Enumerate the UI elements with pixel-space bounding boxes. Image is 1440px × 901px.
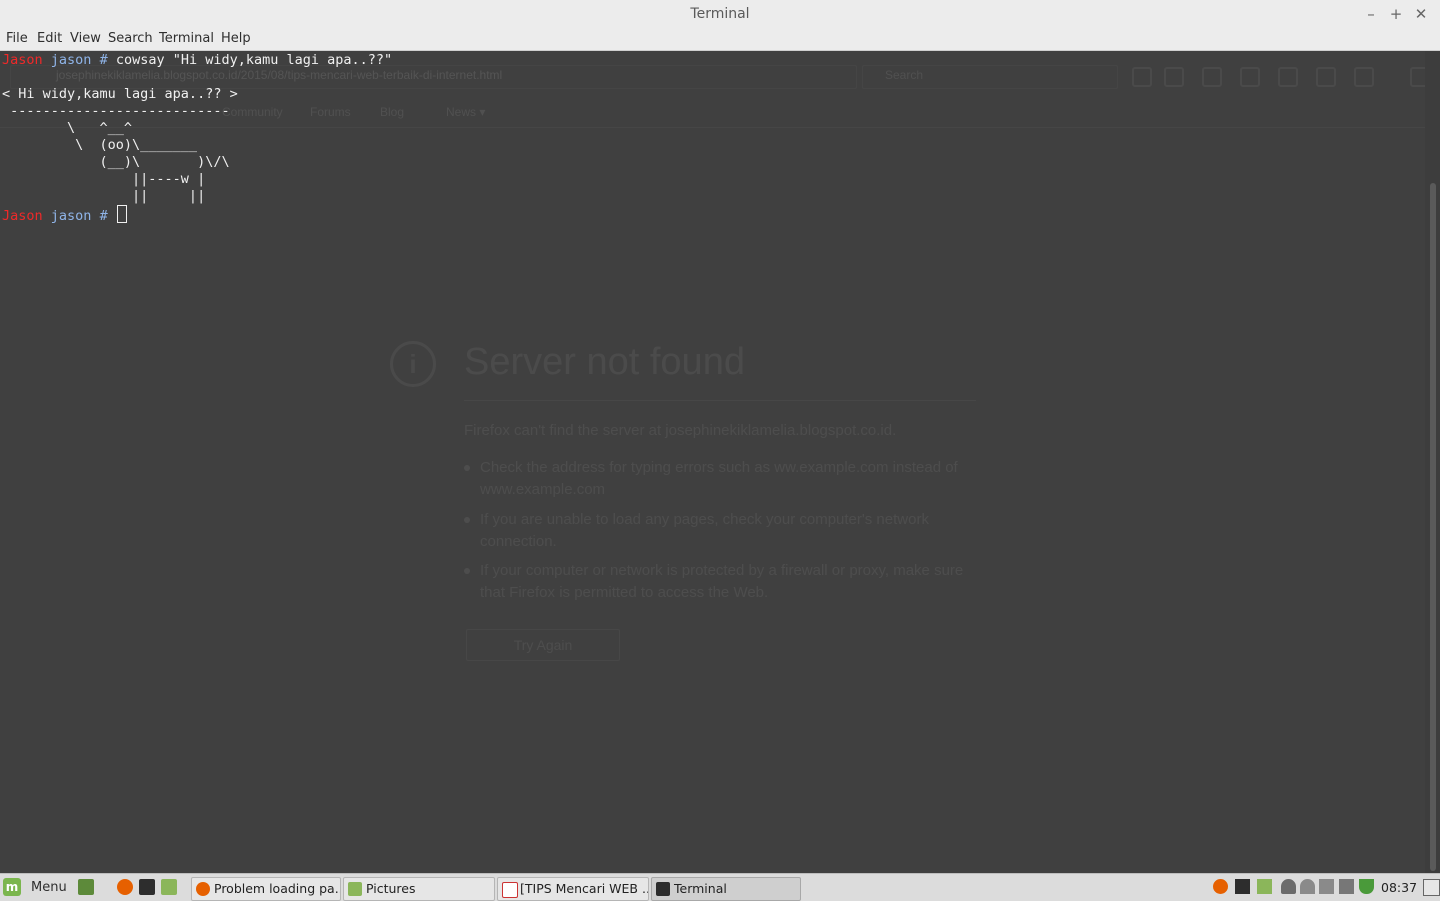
bookmark-star-icon (1132, 67, 1152, 87)
clock[interactable]: 08:37 (1381, 880, 1417, 895)
terminal-launcher-icon[interactable] (139, 879, 155, 895)
prompt-user: jason (50, 52, 92, 68)
text-cursor[interactable] (116, 205, 127, 223)
prompt-user: jason (50, 208, 92, 224)
wifi-icon[interactable] (1300, 879, 1315, 894)
terminal-scrollbar[interactable] (1425, 51, 1440, 873)
firefox-icon (196, 882, 210, 896)
error-message: Firefox can't find the server at josephi… (464, 422, 897, 439)
user-icon[interactable] (1281, 879, 1296, 894)
prompt-hash: # (99, 208, 108, 224)
output-line: || || (2, 188, 206, 204)
output-line: \ ^__^ (2, 120, 133, 136)
error-divider (464, 400, 976, 401)
notification-icon[interactable] (1423, 879, 1440, 896)
output-line: < Hi widy,kamu lagi apa..?? > (2, 86, 238, 102)
try-again-button: Try Again (466, 629, 620, 661)
prompt-line-2: Jason jason # (2, 205, 127, 225)
bookmark-news: News ▾ (446, 105, 486, 119)
home-icon (1278, 67, 1298, 87)
error-bullet: If your computer or network is protected… (464, 560, 976, 604)
bookmark-forums: Forums (310, 105, 351, 119)
chat-icon (1316, 67, 1336, 87)
menu-edit[interactable]: Edit (37, 31, 62, 46)
folder-icon (348, 882, 362, 896)
output-line: --------------------------- (2, 103, 230, 119)
minimize-button[interactable]: – (1361, 4, 1381, 24)
download-icon (1240, 67, 1260, 87)
terminal-area[interactable]: josephinekiklamelia.blogspot.co.id/2015/… (0, 51, 1425, 873)
output-line: \ (oo)\_______ (2, 137, 198, 153)
task-label: Pictures (366, 881, 416, 896)
hamburger-menu-icon (1410, 67, 1425, 87)
pocket-icon (1202, 67, 1222, 87)
terminal-icon (656, 882, 670, 896)
task-firefox[interactable]: Problem loading pa... (191, 877, 341, 901)
prompt-host: Jason (2, 52, 43, 68)
reading-list-icon (1164, 67, 1184, 87)
menu-search[interactable]: Search (108, 31, 153, 46)
error-title: Server not found (464, 341, 745, 383)
files-launcher-icon[interactable] (161, 879, 177, 895)
window-titlebar: Terminal – + ✕ (0, 0, 1440, 28)
firefox-launcher-icon[interactable] (117, 879, 133, 895)
task-document[interactable]: [TIPS Mencari WEB ... (497, 877, 649, 901)
menu-label: Menu (31, 880, 67, 895)
taskbar: m Menu Problem loading pa... Pictures [T… (0, 873, 1440, 901)
menu-view[interactable]: View (70, 31, 101, 46)
task-pictures[interactable]: Pictures (343, 877, 495, 901)
prompt-host: Jason (2, 208, 43, 224)
menu-bar: File Edit View Search Terminal Help (0, 28, 1440, 51)
command-text: cowsay "Hi widy,kamu lagi apa..??" (115, 52, 393, 68)
show-desktop-icon[interactable] (78, 879, 94, 895)
scrollbar-thumb[interactable] (1430, 183, 1436, 871)
ghost-url-text: josephinekiklamelia.blogspot.co.id/2015/… (56, 68, 503, 82)
files-tray-icon[interactable] (1257, 879, 1272, 894)
task-label: Problem loading pa... (214, 881, 341, 896)
error-bullet: Check the address for typing errors such… (464, 457, 976, 501)
menu-terminal[interactable]: Terminal (159, 31, 214, 46)
bookmark-community: Community (222, 105, 283, 119)
bookmark-blog: Blog (380, 105, 405, 119)
close-button[interactable]: ✕ (1411, 4, 1431, 24)
document-icon (502, 882, 518, 898)
terminal-tray-icon[interactable] (1235, 879, 1250, 894)
background-browser: josephinekiklamelia.blogspot.co.id/2015/… (0, 51, 1425, 873)
update-shield-icon[interactable] (1359, 879, 1374, 894)
addon-icon (1354, 67, 1374, 87)
ghost-search-placeholder: Search (885, 68, 924, 82)
task-label: Terminal (674, 881, 727, 896)
task-label: [TIPS Mencari WEB ... (520, 881, 649, 896)
output-line: (__)\ )\/\ (2, 154, 230, 170)
menu-file[interactable]: File (6, 31, 28, 46)
prompt-hash: # (99, 52, 108, 68)
firefox-tray-icon[interactable] (1213, 879, 1228, 894)
menu-help[interactable]: Help (221, 31, 251, 46)
task-terminal[interactable]: Terminal (651, 877, 801, 901)
linux-mint-icon: m (3, 878, 21, 896)
toolbar-divider (0, 127, 1425, 128)
error-bullet: If you are unable to load any pages, che… (464, 509, 976, 553)
window-title: Terminal (690, 6, 750, 22)
output-line: ||----w | (2, 171, 206, 187)
info-glyph: i (409, 349, 417, 379)
battery-icon[interactable] (1339, 879, 1354, 894)
maximize-button[interactable]: + (1386, 4, 1406, 24)
volume-icon[interactable] (1319, 879, 1334, 894)
prompt-line-1: Jason jason # cowsay "Hi widy,kamu lagi … (2, 52, 392, 69)
